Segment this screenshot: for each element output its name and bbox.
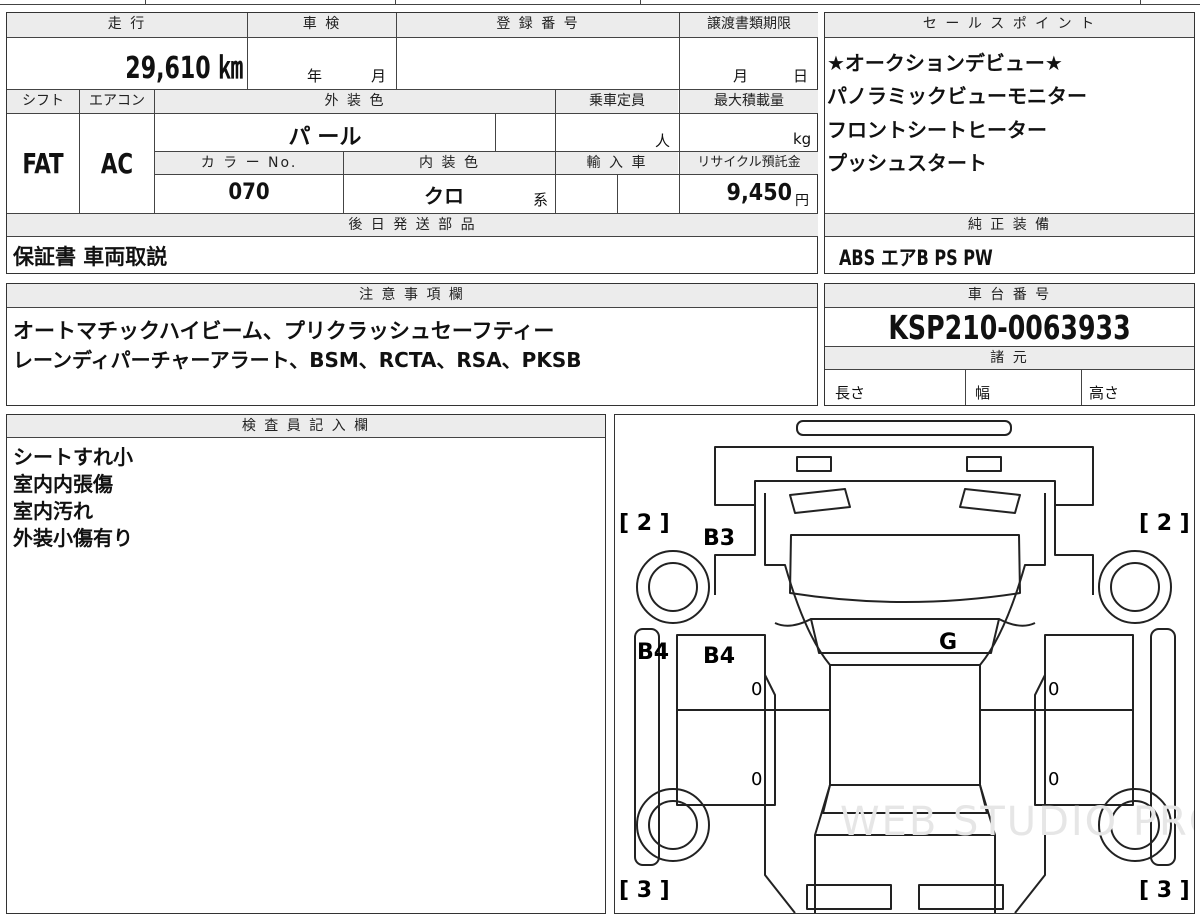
transfer-day-unit: 日	[793, 67, 809, 85]
ac-label: エアコン	[80, 90, 154, 113]
interior-color-value: クロ	[424, 184, 464, 208]
car-diagram-box: WEB STUDIO PRO [ 2 ] [ 2 ] [ 3 ] [ 3 ] B…	[614, 414, 1195, 914]
interior-color-suffix: 系	[533, 191, 549, 209]
shift-value: FAT	[22, 147, 64, 180]
zero-right-rear: 0	[1048, 769, 1059, 790]
later-shipping-value: 保証書 車両取説	[13, 245, 168, 269]
chassis-number: KSP210-0063933	[888, 308, 1131, 347]
seating-capacity-unit: 人	[655, 132, 671, 150]
ac-value: AC	[100, 147, 134, 180]
sales-point-box: セ ー ル ス ポ イ ン ト ★オークションデビュー★ パノラミックビューモニ…	[824, 12, 1195, 274]
inspector-line-3: 室内汚れ	[13, 499, 93, 523]
registration-label: 登 録 番 号	[397, 13, 679, 37]
recycle-fee-unit: 円	[795, 193, 809, 209]
transfer-deadline-label: 譲渡書類期限	[680, 13, 818, 37]
mark-g: G	[939, 630, 957, 655]
zero-left-rear: 0	[751, 769, 762, 790]
sales-point-item-1: ★オークションデビュー★	[827, 51, 1063, 75]
sales-point-item-3: フロントシートヒーター	[827, 118, 1047, 142]
inspector-title: 検 査 員 記 入 欄	[7, 415, 605, 437]
zero-left-front: 0	[751, 679, 762, 700]
import-label: 輸 入 車	[556, 152, 678, 174]
notes-title: 注 意 事 項 欄	[7, 284, 817, 307]
mileage-value: 29,610 ㎞	[125, 51, 243, 86]
inspector-line-1: シートすれ小	[13, 445, 133, 469]
chassis-box: 車 台 番 号 KSP210-0063933 諸 元 長さ 幅 高さ	[824, 283, 1195, 406]
max-load-unit: kg	[793, 130, 812, 148]
max-load-label: 最大積載量	[680, 90, 818, 113]
chassis-title: 車 台 番 号	[825, 284, 1194, 307]
notes-line-2: レーンディパーチャーアラート、BSM、RCTA、RSA、PKSB	[13, 348, 582, 372]
recycle-fee-value: 9,450	[726, 180, 792, 206]
mark-b4-door: B4	[703, 644, 735, 669]
shift-label: シフト	[7, 90, 79, 113]
inspection-year-unit: 年	[307, 67, 323, 85]
bracket-front-left: [ 2 ]	[619, 511, 670, 536]
later-shipping-label: 後 日 発 送 部 品	[7, 214, 818, 236]
sales-point-title: セ ー ル ス ポ イ ン ト	[825, 13, 1194, 37]
genuine-equipment-value: ABS エアB PS PW	[839, 246, 993, 270]
zero-right-front: 0	[1048, 679, 1059, 700]
interior-color-label: 内 装 色	[344, 152, 555, 174]
transfer-month-unit: 月	[733, 67, 749, 85]
height-label: 高さ	[1089, 384, 1120, 402]
color-no-value: 070	[228, 180, 270, 205]
recycle-fee-label: リサイクル預託金	[680, 152, 818, 174]
seating-capacity-label: 乗車定員	[556, 90, 678, 113]
color-no-label: カ ラ ー No.	[155, 152, 343, 174]
mark-b3: B3	[703, 526, 735, 551]
genuine-equipment-title: 純 正 装 備	[825, 214, 1194, 236]
inspector-line-2: 室内内張傷	[13, 472, 113, 496]
bracket-rear-left: [ 3 ]	[619, 878, 670, 903]
inspection-label: 車 検	[248, 13, 396, 37]
car-damage-diagram: WEB STUDIO PRO [ 2 ] [ 2 ] [ 3 ] [ 3 ] B…	[619, 420, 1194, 913]
notes-line-1: オートマチックハイビーム、プリクラッシュセーフティー	[13, 319, 555, 343]
bracket-rear-right: [ 3 ]	[1139, 878, 1190, 903]
inspector-line-4: 外装小傷有り	[13, 526, 133, 550]
length-label: 長さ	[835, 384, 866, 402]
vehicle-info-table: 走 行 車 検 登 録 番 号 譲渡書類期限 29,610 ㎞ 年 月 月 日 …	[6, 12, 818, 274]
bracket-front-right: [ 2 ]	[1139, 511, 1190, 536]
exterior-color-value: パ ール	[288, 125, 362, 150]
exterior-color-label: 外 装 色	[155, 90, 555, 113]
mileage-label: 走 行	[7, 13, 247, 37]
sales-point-item-2: パノラミックビューモニター	[827, 84, 1087, 108]
spec-title: 諸 元	[825, 347, 1194, 369]
mark-b4-side: B4	[637, 640, 669, 665]
width-label: 幅	[975, 384, 991, 402]
inspector-box: 検 査 員 記 入 欄 シートすれ小 室内内張傷 室内汚れ 外装小傷有り	[6, 414, 606, 914]
inspection-month-unit: 月	[371, 67, 387, 85]
sales-point-item-4: プッシュスタート	[827, 151, 987, 175]
notes-box: 注 意 事 項 欄 オートマチックハイビーム、プリクラッシュセーフティー レーン…	[6, 283, 818, 406]
watermark-text: WEB STUDIO PRO	[840, 799, 1194, 845]
